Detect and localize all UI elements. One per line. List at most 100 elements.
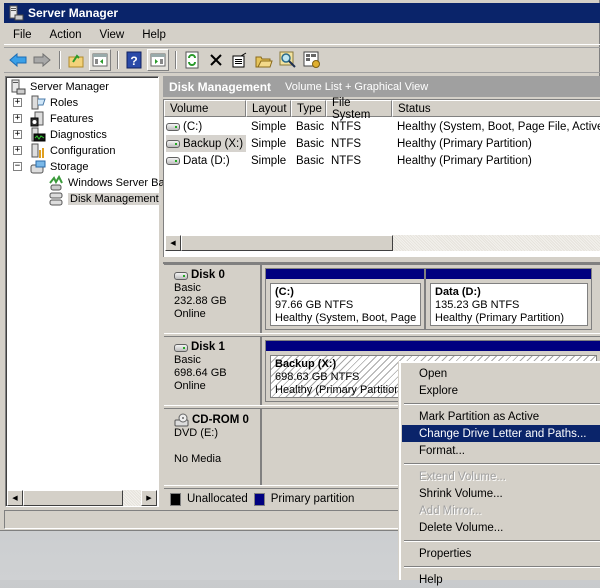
menu-item-explore[interactable]: Explore xyxy=(402,382,600,399)
configuration-icon xyxy=(30,143,46,159)
menu-item-add-mirror: Add Mirror... xyxy=(419,504,482,517)
tree-horizontal-scrollbar[interactable]: ◀ ▶ xyxy=(7,490,157,506)
drive-icon xyxy=(166,139,180,148)
expand-configuration-toggle[interactable]: + xyxy=(13,146,22,155)
primary-partition-bar xyxy=(266,341,600,351)
menu-item-format[interactable]: Format... xyxy=(402,442,600,459)
tree-item-storage[interactable]: Storage xyxy=(30,159,89,175)
volume-cell: Backup (X:) xyxy=(166,135,246,152)
volume-name: (C:) xyxy=(183,120,203,133)
tree-item-configuration[interactable]: Configuration xyxy=(30,143,115,159)
tree-item-features[interactable]: Features xyxy=(30,111,93,127)
magnifier-icon xyxy=(279,51,296,68)
primary-partition-swatch xyxy=(253,492,265,506)
collapse-storage-toggle[interactable]: − xyxy=(13,162,22,171)
pane-title: Disk Management xyxy=(169,79,272,94)
console-tree-icon xyxy=(92,53,108,67)
column-header-file-system[interactable]: File System xyxy=(326,97,392,121)
title-bar[interactable]: Server Manager xyxy=(4,3,600,23)
properties-button[interactable] xyxy=(229,49,251,71)
expand-roles-toggle[interactable]: + xyxy=(13,98,22,107)
pane-header: Disk Management Volume List + Graphical … xyxy=(163,76,600,97)
explore-button[interactable] xyxy=(277,49,299,71)
delete-button[interactable] xyxy=(205,49,227,71)
column-header-volume[interactable]: Volume xyxy=(164,100,246,117)
disk-info[interactable]: Disk 1 Basic 698.64 GB Online xyxy=(164,337,262,405)
action-pane-icon xyxy=(150,53,166,67)
status-cell: Healthy (Primary Partition) xyxy=(397,137,532,150)
column-header-layout[interactable]: Layout xyxy=(246,100,291,117)
tree-label: Configuration xyxy=(50,145,116,157)
layout-cell: Simple xyxy=(251,137,287,150)
disk-name: Disk 1 xyxy=(191,341,225,353)
tree-item-diagnostics[interactable]: Diagnostics xyxy=(30,127,107,143)
menu-item-shrink-volume[interactable]: Shrink Volume... xyxy=(402,485,600,502)
scroll-thumb[interactable] xyxy=(23,490,123,506)
tree-item-disk-management[interactable]: Disk Management xyxy=(48,191,161,207)
menu-item-delete-volume[interactable]: Delete Volume... xyxy=(402,519,600,536)
tree-label: Storage xyxy=(50,161,89,173)
expand-diagnostics-toggle[interactable]: + xyxy=(13,130,22,139)
menu-item-open[interactable]: Open xyxy=(402,365,600,382)
column-header-type[interactable]: Type xyxy=(291,100,326,117)
disk-icon xyxy=(174,271,188,280)
forward-button[interactable] xyxy=(31,49,53,71)
scroll-right-button[interactable]: ▶ xyxy=(141,490,157,506)
menu-file[interactable]: File xyxy=(4,29,41,41)
disk-info[interactable]: Disk 0 Basic 232.88 GB Online xyxy=(164,265,262,333)
drive-icon xyxy=(166,122,180,131)
tree-item-server-manager[interactable]: Server Manager xyxy=(10,79,109,95)
status-cell: Healthy (System, Boot, Page File, Active… xyxy=(397,120,600,133)
expand-features-toggle[interactable]: + xyxy=(13,114,22,123)
help-button[interactable]: ? xyxy=(123,49,145,71)
volume-row[interactable]: (C:) Simple Basic NTFS Healthy (System, … xyxy=(164,118,600,135)
volume-cell: Data (D:) xyxy=(166,152,246,169)
menu-separator xyxy=(404,403,600,405)
disk-info[interactable]: CD-ROM 0 DVD (E:) No Media xyxy=(164,409,262,485)
menu-item-change-drive-letter[interactable]: Change Drive Letter and Paths... xyxy=(402,425,600,442)
volume-row[interactable]: Data (D:) Simple Basic NTFS Healthy (Pri… xyxy=(164,152,600,169)
scroll-thumb[interactable] xyxy=(181,235,393,251)
drive-icon xyxy=(166,156,180,165)
partition-size: 97.66 GB NTFS xyxy=(275,299,354,311)
menu-view[interactable]: View xyxy=(91,29,134,41)
settings-button[interactable] xyxy=(301,49,323,71)
volume-row[interactable]: Backup (X:) Simple Basic NTFS Healthy (P… xyxy=(164,135,600,152)
menu-item-mark-partition-active[interactable]: Mark Partition as Active xyxy=(402,408,600,425)
scroll-left-button[interactable]: ◀ xyxy=(165,235,181,251)
disk-row-disk-0[interactable]: Disk 0 Basic 232.88 GB Online (C:) 97.66… xyxy=(164,264,600,334)
menu-separator xyxy=(404,463,600,465)
show-hide-action-pane-button[interactable] xyxy=(147,49,169,71)
back-button[interactable] xyxy=(7,49,29,71)
server-manager-icon xyxy=(8,5,24,21)
console-tree: Server Manager + Roles + Features + Diag… xyxy=(5,76,188,507)
menu-item-properties[interactable]: Properties xyxy=(402,545,600,562)
refresh-button[interactable] xyxy=(181,49,203,71)
properties-icon xyxy=(232,52,247,68)
volume-list-horizontal-scrollbar[interactable]: ◀ xyxy=(165,235,600,251)
toolbar: ? xyxy=(4,47,600,73)
refresh-icon xyxy=(185,51,199,69)
toolbar-separator xyxy=(175,51,177,69)
partition-c[interactable]: (C:) 97.66 GB NTFS Healthy (System, Boot… xyxy=(265,268,425,330)
toolbar-separator xyxy=(117,51,119,69)
type-cell: Basic xyxy=(296,120,325,133)
disk-size: 232.88 GB xyxy=(174,295,227,307)
partition-data-d[interactable]: Data (D:) 135.23 GB NTFS Healthy (Primar… xyxy=(425,268,592,330)
show-hide-console-tree-button[interactable] xyxy=(89,49,111,71)
volume-list: Volume Layout Type File System Status (C… xyxy=(163,97,600,257)
forward-arrow-icon xyxy=(33,53,51,67)
up-folder-icon xyxy=(68,54,84,68)
window-title: Server Manager xyxy=(28,6,119,20)
menu-action[interactable]: Action xyxy=(41,29,91,41)
open-button[interactable] xyxy=(253,49,275,71)
back-arrow-icon xyxy=(9,53,27,67)
menu-help[interactable]: Help xyxy=(133,29,175,41)
scroll-left-button[interactable]: ◀ xyxy=(7,490,23,506)
context-menu: Open Explore Mark Partition as Active Ch… xyxy=(399,361,600,586)
column-header-status[interactable]: Status xyxy=(392,100,600,117)
tree-item-roles[interactable]: Roles xyxy=(30,95,78,111)
up-one-level-button[interactable] xyxy=(65,49,87,71)
pane-subtitle: Volume List + Graphical View xyxy=(285,80,429,93)
delete-x-icon xyxy=(210,54,222,66)
